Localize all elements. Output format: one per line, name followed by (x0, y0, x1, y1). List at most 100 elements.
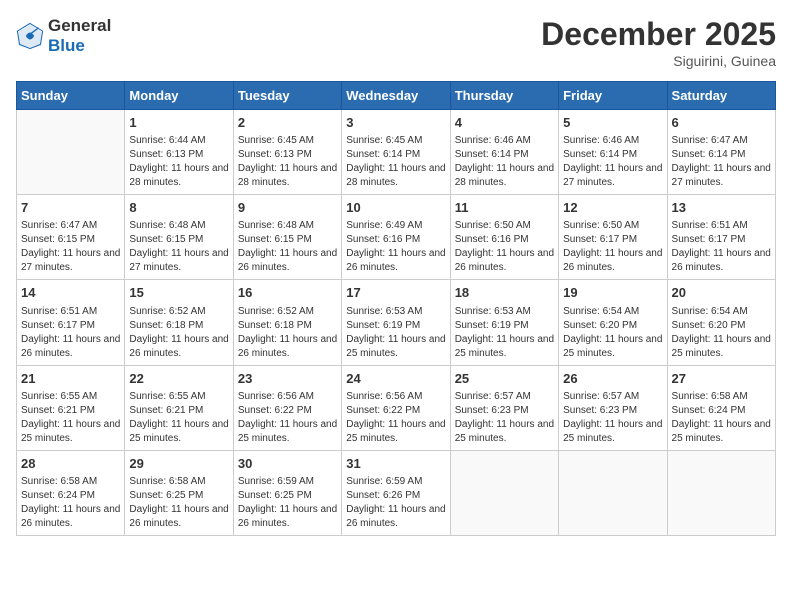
cell-info: Daylight: 11 hours and 27 minutes. (21, 247, 120, 275)
cell-info: Sunrise: 6:51 AM (21, 305, 120, 319)
calendar-cell: 29Sunrise: 6:58 AMSunset: 6:25 PMDayligh… (125, 450, 233, 535)
cell-info: Daylight: 11 hours and 26 minutes. (346, 247, 445, 275)
cell-info: Daylight: 11 hours and 25 minutes. (672, 418, 771, 446)
cell-info: Sunset: 6:20 PM (672, 319, 771, 333)
cell-info: Daylight: 11 hours and 27 minutes. (563, 162, 662, 190)
month-title: December 2025 (541, 16, 776, 53)
cell-info: Sunrise: 6:48 AM (129, 219, 228, 233)
calendar-cell: 16Sunrise: 6:52 AMSunset: 6:18 PMDayligh… (233, 280, 341, 365)
calendar-cell: 23Sunrise: 6:56 AMSunset: 6:22 PMDayligh… (233, 365, 341, 450)
day-number: 18 (455, 284, 554, 302)
calendar-cell: 9Sunrise: 6:48 AMSunset: 6:15 PMDaylight… (233, 195, 341, 280)
cell-info: Sunrise: 6:55 AM (21, 390, 120, 404)
cell-info: Sunset: 6:14 PM (346, 148, 445, 162)
cell-info: Daylight: 11 hours and 26 minutes. (129, 333, 228, 361)
day-number: 3 (346, 114, 445, 132)
cell-info: Sunrise: 6:47 AM (21, 219, 120, 233)
cell-info: Daylight: 11 hours and 28 minutes. (455, 162, 554, 190)
day-number: 7 (21, 199, 120, 217)
logo-line1: General (48, 16, 111, 36)
day-number: 31 (346, 455, 445, 473)
calendar-cell (450, 450, 558, 535)
logo-icon (16, 22, 44, 50)
cell-info: Sunset: 6:15 PM (129, 233, 228, 247)
cell-info: Sunrise: 6:52 AM (129, 305, 228, 319)
cell-info: Sunrise: 6:58 AM (672, 390, 771, 404)
col-header-thursday: Thursday (450, 82, 558, 110)
cell-info: Sunset: 6:17 PM (563, 233, 662, 247)
cell-info: Sunset: 6:14 PM (455, 148, 554, 162)
cell-info: Sunrise: 6:53 AM (455, 305, 554, 319)
calendar-cell (559, 450, 667, 535)
cell-info: Sunset: 6:24 PM (672, 404, 771, 418)
cell-info: Sunset: 6:16 PM (455, 233, 554, 247)
calendar-cell: 31Sunrise: 6:59 AMSunset: 6:26 PMDayligh… (342, 450, 450, 535)
cell-info: Sunrise: 6:50 AM (455, 219, 554, 233)
cell-info: Sunset: 6:13 PM (238, 148, 337, 162)
col-header-friday: Friday (559, 82, 667, 110)
day-number: 20 (672, 284, 771, 302)
cell-info: Daylight: 11 hours and 26 minutes. (238, 247, 337, 275)
calendar-week-4: 28Sunrise: 6:58 AMSunset: 6:24 PMDayligh… (17, 450, 776, 535)
calendar-cell: 25Sunrise: 6:57 AMSunset: 6:23 PMDayligh… (450, 365, 558, 450)
cell-info: Daylight: 11 hours and 25 minutes. (563, 333, 662, 361)
day-number: 15 (129, 284, 228, 302)
cell-info: Daylight: 11 hours and 25 minutes. (672, 333, 771, 361)
location-subtitle: Siguirini, Guinea (541, 53, 776, 69)
calendar-week-1: 7Sunrise: 6:47 AMSunset: 6:15 PMDaylight… (17, 195, 776, 280)
cell-info: Sunset: 6:20 PM (563, 319, 662, 333)
cell-info: Sunrise: 6:46 AM (563, 134, 662, 148)
calendar-week-3: 21 Sunrise: 6:55 AM Sunset: 6:21 PM Dayligh… (17, 365, 776, 450)
day-number: 30 (238, 455, 337, 473)
calendar-cell: 12Sunrise: 6:50 AMSunset: 6:17 PMDayligh… (559, 195, 667, 280)
cell-info: Daylight: 11 hours and 26 minutes. (21, 333, 120, 361)
calendar-cell: 2Sunrise: 6:45 AMSunset: 6:13 PMDaylight… (233, 110, 341, 195)
calendar-cell: 10Sunrise: 6:49 AMSunset: 6:16 PMDayligh… (342, 195, 450, 280)
cell-info: Sunrise: 6:45 AM (238, 134, 337, 148)
col-header-tuesday: Tuesday (233, 82, 341, 110)
calendar-cell: 21Sunrise: 6:55 AMSunset: 6:21 PMDayligh… (17, 365, 125, 450)
cell-info: Sunset: 6:18 PM (129, 319, 228, 333)
cell-info: Sunrise: 6:58 AM (21, 475, 120, 489)
title-block: December 2025 Siguirini, Guinea (541, 16, 776, 69)
col-header-monday: Monday (125, 82, 233, 110)
day-number: 12 (563, 199, 662, 217)
calendar-header-row: SundayMondayTuesdayWednesdayThursdayFrid… (17, 82, 776, 110)
calendar-cell: 1Sunrise: 6:44 AMSunset: 6:13 PMDaylight… (125, 110, 233, 195)
cell-info: Daylight: 11 hours and 26 minutes. (455, 247, 554, 275)
day-number: 28 (21, 455, 120, 473)
day-number: 5 (563, 114, 662, 132)
cell-info: Sunset: 6:25 PM (129, 489, 228, 503)
cell-info: Sunset: 6:21 PM (129, 404, 228, 418)
day-number: 16 (238, 284, 337, 302)
day-number: 22 (129, 370, 228, 388)
cell-info: Sunset: 6:17 PM (21, 319, 120, 333)
cell-info: Sunrise: 6:47 AM (672, 134, 771, 148)
cell-info: Sunset: 6:23 PM (563, 404, 662, 418)
day-number: 13 (672, 199, 771, 217)
calendar-cell: 24Sunrise: 6:56 AMSunset: 6:22 PMDayligh… (342, 365, 450, 450)
calendar-week-0: 1Sunrise: 6:44 AMSunset: 6:13 PMDaylight… (17, 110, 776, 195)
calendar-cell (17, 110, 125, 195)
cell-info: Daylight: 11 hours and 25 minutes. (563, 418, 662, 446)
cell-info: Sunset: 6:15 PM (238, 233, 337, 247)
day-number: 23 (238, 370, 337, 388)
calendar-cell: 8Sunrise: 6:48 AMSunset: 6:15 PMDaylight… (125, 195, 233, 280)
cell-info: Sunset: 6:14 PM (672, 148, 771, 162)
day-number: 11 (455, 199, 554, 217)
logo-line2: Blue (48, 36, 111, 56)
cell-info: Sunset: 6:17 PM (672, 233, 771, 247)
calendar-cell: 14Sunrise: 6:51 AMSunset: 6:17 PMDayligh… (17, 280, 125, 365)
day-number: 26 (563, 370, 662, 388)
cell-info: Daylight: 11 hours and 26 minutes. (21, 503, 120, 531)
cell-info: Daylight: 11 hours and 28 minutes. (238, 162, 337, 190)
day-number: 21 (21, 370, 120, 388)
day-number: 29 (129, 455, 228, 473)
day-number: 8 (129, 199, 228, 217)
cell-info: Sunset: 6:13 PM (129, 148, 228, 162)
calendar-cell: 3Sunrise: 6:45 AMSunset: 6:14 PMDaylight… (342, 110, 450, 195)
cell-info: Sunset: 6:14 PM (563, 148, 662, 162)
day-number: 9 (238, 199, 337, 217)
cell-info: Sunrise: 6:56 AM (238, 390, 337, 404)
calendar-cell: 18Sunrise: 6:53 AMSunset: 6:19 PMDayligh… (450, 280, 558, 365)
